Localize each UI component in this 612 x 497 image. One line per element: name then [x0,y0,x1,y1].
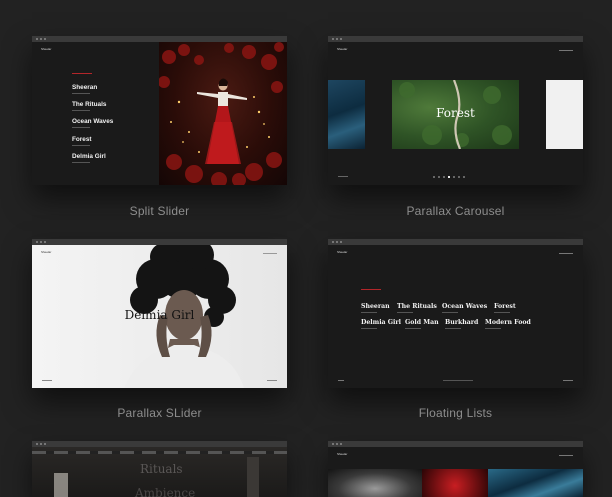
caption-parallax-slider: Parallax SLider [117,406,202,420]
slide-forest[interactable]: Forest [392,80,519,149]
menu-item-ocean-waves[interactable]: Ocean Waves [72,118,113,128]
parallax-slider-preview[interactable]: Sheelar Delmia Girl [32,239,287,388]
list-item-sheeran[interactable]: Sheeran [361,303,390,313]
site-logo: Sheelar [41,47,52,51]
site-logo: Sheelar [337,250,348,254]
prev-arrow-icon[interactable] [338,176,348,177]
window-frame [54,473,68,497]
caption-parallax-carousel: Parallax Carousel [406,204,505,218]
pillar [247,457,259,497]
list-item-burkhard[interactable]: Burkhard [445,319,478,329]
carousel-pagination[interactable] [433,176,465,178]
slide-ocean-left[interactable] [328,80,365,149]
ghost-text-rituals: Rituals [140,462,183,476]
footer-bar [338,380,573,381]
menu-item-forest[interactable]: Forest [72,136,92,146]
menu-icon[interactable] [559,50,573,51]
list-item-the-rituals[interactable]: The Rituals [397,303,437,313]
interior-slider-preview[interactable]: Rituals Ambience [32,441,287,497]
slide-title: Forest [436,106,475,120]
ghost-text-ambience: Ambience [135,486,196,497]
list-item-modern-food[interactable]: Modern Food [485,319,531,329]
gallery-tile-ocean[interactable] [488,469,583,497]
gallery-tile-red[interactable] [422,469,488,497]
split-slider-preview[interactable]: Sheelar Sheeran The Rituals Ocean Waves … [32,36,287,185]
menu-icon[interactable] [559,253,573,254]
menu-item-delmia-girl[interactable]: Delmia Girl [72,153,106,163]
menu-icon[interactable] [559,455,573,456]
site-logo: Sheelar [337,47,348,51]
prev-arrow-icon[interactable] [42,380,52,381]
menu-accent-line [72,73,92,74]
grid-gallery-preview[interactable]: Sheelar [328,441,583,497]
ceiling-lights [32,451,287,454]
caption-split-slider: Split Slider [129,204,190,218]
list-item-delmia-girl[interactable]: Delmia Girl [361,319,401,329]
menu-item-the-rituals[interactable]: The Rituals [72,101,106,111]
slide-white-right[interactable] [546,80,583,149]
site-logo: Sheelar [337,452,348,456]
gallery-tile-bw[interactable] [328,469,422,497]
caption-floating-lists: Floating Lists [418,406,493,420]
list-item-ocean-waves[interactable]: Ocean Waves [442,303,487,313]
slide-title: Delmia Girl [124,308,195,322]
next-arrow-icon[interactable] [267,380,277,381]
floating-lists-preview[interactable]: Sheelar Sheeran The Rituals Ocean Waves … [328,239,583,388]
menu-icon[interactable] [263,253,277,254]
menu-item-sheeran[interactable]: Sheeran [72,84,97,94]
site-logo: Sheelar [41,250,52,254]
parallax-carousel-preview[interactable]: Sheelar Forest [328,36,583,185]
hero-photo [159,42,287,185]
list-item-gold-man[interactable]: Gold Man [405,319,439,329]
list-item-forest[interactable]: Forest [494,303,516,313]
list-accent-line [361,289,381,290]
